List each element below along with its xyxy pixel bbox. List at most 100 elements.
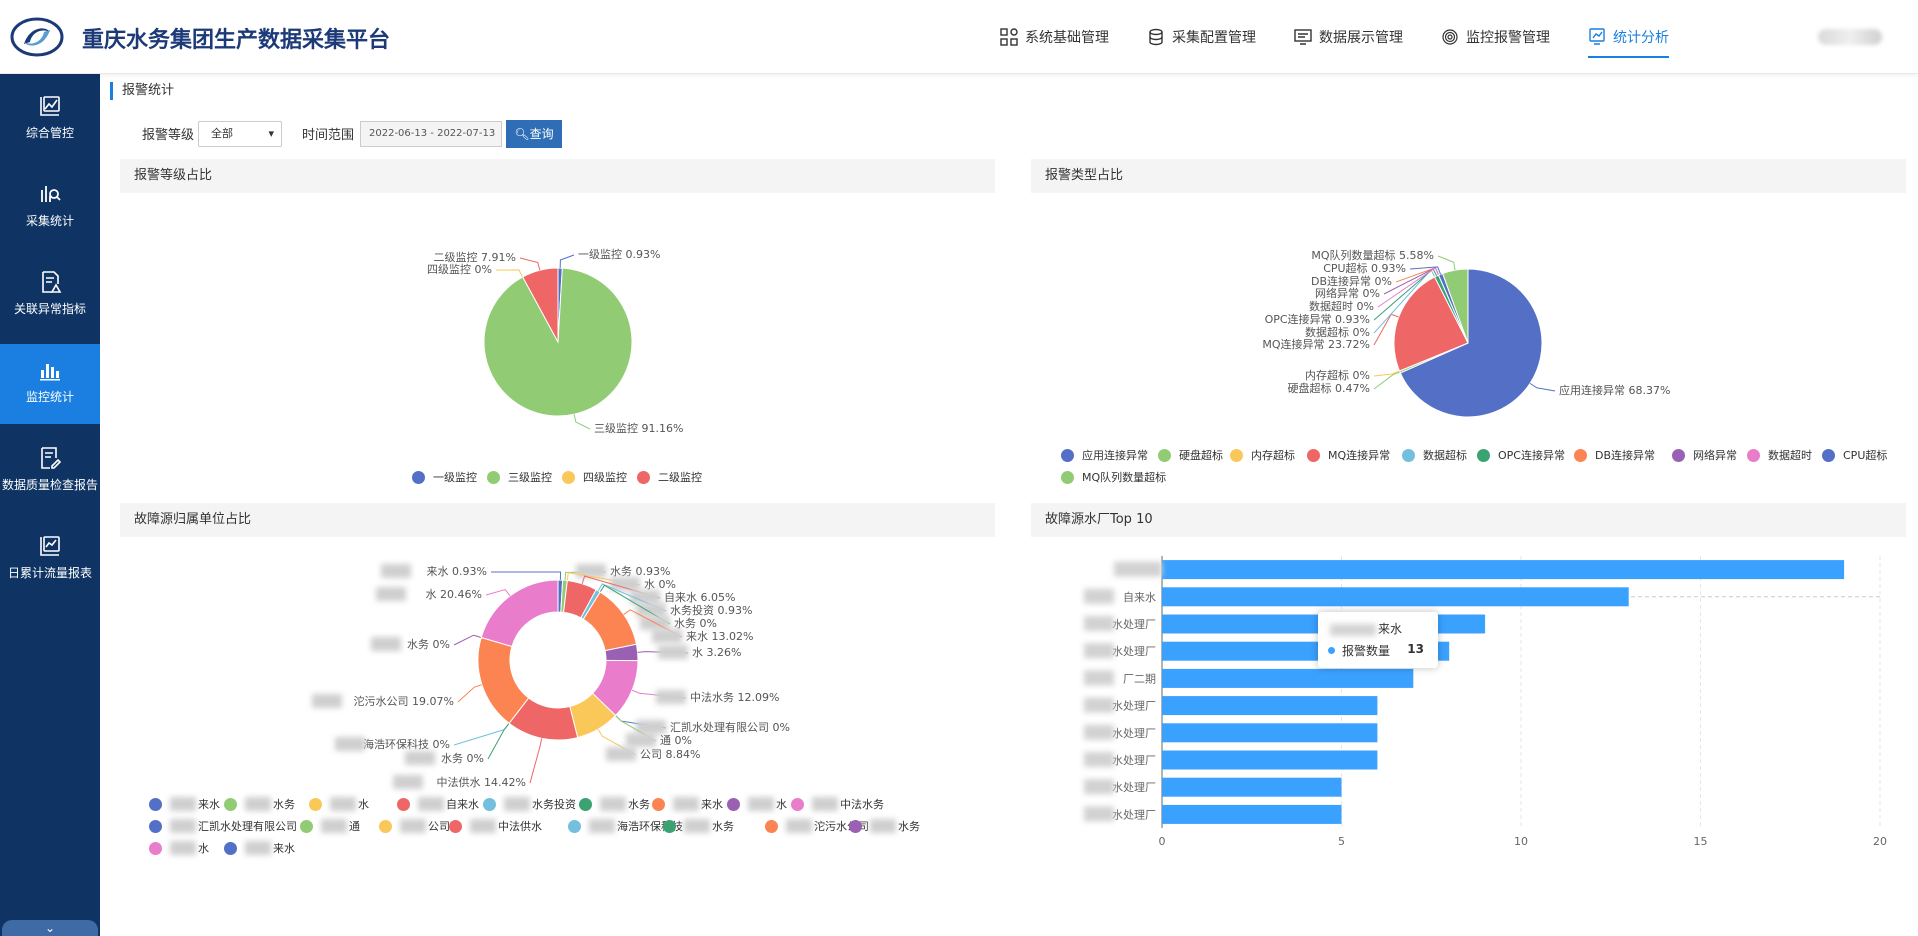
sidebar-item-quality-report[interactable]: 数据质量检查报告: [0, 432, 100, 512]
legend-item[interactable]: 来水: [149, 796, 220, 812]
redacted-text: [656, 690, 686, 704]
legend-item[interactable]: DB连接异常: [1574, 447, 1655, 463]
legend-item[interactable]: 数据超时: [1747, 447, 1812, 463]
panel-title-unit: 故障源归属单位占比: [120, 503, 995, 537]
legend-item[interactable]: 二级监控: [637, 469, 702, 485]
legend-item[interactable]: 水: [149, 840, 209, 856]
slice-label: 三级监控 91.16%: [594, 421, 683, 435]
legend-item[interactable]: 水: [727, 796, 787, 812]
slice-label: 水 3.26%: [692, 646, 741, 659]
sidebar-collapse-button[interactable]: ⌄: [2, 920, 98, 936]
legend-label: 水: [358, 798, 369, 811]
nav-system-base[interactable]: 系统基础管理: [1000, 0, 1109, 74]
y-tick-label: 水处理厂: [1112, 781, 1156, 794]
legend-item[interactable]: MQ连接异常: [1307, 447, 1390, 463]
legend-item[interactable]: 数据超标: [1402, 447, 1467, 463]
legend-item[interactable]: 水务投资: [483, 796, 576, 812]
slice-label: 二级监控 7.91%: [434, 250, 516, 264]
top-header: 重庆水务集团生产数据采集平台 系统基础管理 采集配置管理 数据展示管理 监控报警…: [0, 0, 1918, 74]
legend-label: MQ队列数量超标: [1082, 471, 1167, 484]
legend-item[interactable]: CPU超标: [1822, 447, 1887, 463]
legend-item[interactable]: 四级监控: [562, 469, 627, 485]
sidebar-item-collect-stats[interactable]: 采集统计: [0, 168, 100, 248]
redacted-text: [786, 819, 812, 833]
redacted-text: [636, 603, 666, 617]
legend-item[interactable]: 三级监控: [487, 469, 552, 485]
legend-item[interactable]: 应用连接异常: [1061, 447, 1148, 463]
legend-item[interactable]: 公司: [379, 818, 450, 834]
legend-label: MQ连接异常: [1328, 449, 1391, 462]
legend-dot-icon: [1307, 448, 1320, 462]
breadcrumb: 报警统计: [110, 82, 174, 100]
legend-dot-icon: [149, 841, 162, 855]
app-title: 重庆水务集团生产数据采集平台: [82, 28, 391, 53]
legend-item[interactable]: OPC连接异常: [1477, 447, 1565, 463]
legend-item[interactable]: 中法水务: [791, 796, 884, 812]
bar: [1162, 587, 1629, 607]
legend-item[interactable]: 硬盘超标: [1158, 447, 1223, 463]
legend-dot-icon: [1158, 448, 1171, 462]
nav-label: 采集配置管理: [1172, 30, 1256, 46]
legend-label: 网络异常: [1693, 449, 1737, 462]
x-tick-label: 5: [1338, 835, 1345, 848]
sidebar-item-flow-report[interactable]: 日累计流量报表: [0, 520, 100, 600]
legend-item[interactable]: 通: [300, 818, 360, 834]
legend-label: 数据超时: [1768, 449, 1812, 462]
slice-label: 公司 8.84%: [640, 748, 700, 761]
legend-item[interactable]: 水务: [849, 818, 920, 834]
nav-alarm-monitor[interactable]: 监控报警管理: [1441, 0, 1550, 74]
legend-item[interactable]: 水务: [224, 796, 295, 812]
legend-label: 水务: [898, 820, 920, 833]
sidebar-item-monitor-stats[interactable]: 监控统计: [0, 344, 100, 424]
legend-item[interactable]: 来水: [652, 796, 723, 812]
legend-dot-icon: [1061, 470, 1074, 484]
sidebar-item-overview[interactable]: 综合管控: [0, 80, 100, 160]
slice-label: 应用连接异常 68.37%: [1559, 383, 1670, 397]
sidebar-item-label: 日累计流量报表: [7, 566, 92, 580]
legend-label: 四级监控: [583, 471, 627, 484]
alarm-level-select[interactable]: 全部 ▾: [198, 121, 282, 147]
legend-label: 内存超标: [1251, 449, 1295, 462]
nav-statistics[interactable]: 统计分析: [1588, 0, 1669, 74]
legend-item[interactable]: 水务: [663, 818, 734, 834]
redacted-text: [673, 797, 699, 811]
slice-label: 数据超标 0%: [1305, 325, 1370, 339]
label-line: [519, 257, 541, 271]
pie-slice: [1399, 268, 1543, 418]
sidebar-item-abnormal-index[interactable]: 关联异常指标: [0, 256, 100, 336]
legend-label: OPC连接异常: [1498, 449, 1565, 462]
sidebar-item-label: 采集统计: [25, 214, 74, 228]
legend-dot-icon: [791, 797, 804, 811]
user-menu[interactable]: [1818, 29, 1882, 45]
legend-label: 水务投资: [532, 798, 576, 811]
legend-label: 水务: [628, 798, 650, 811]
legend-dot-icon: [224, 797, 237, 811]
nav-collect-config[interactable]: 采集配置管理: [1147, 0, 1256, 74]
tooltip-series: 报警数量: [1342, 644, 1391, 658]
logo-icon: [10, 17, 64, 57]
slice-label: 水务 0%: [441, 752, 484, 765]
redacted-text: [640, 616, 670, 630]
legend-item[interactable]: 中法供水: [449, 818, 542, 834]
legend-item[interactable]: 一级监控: [412, 469, 477, 485]
label-line: [573, 414, 591, 430]
sidebar-item-label: 综合管控: [25, 126, 74, 140]
legend-item[interactable]: 汇凯水处理有限公司: [149, 818, 297, 834]
legend-item[interactable]: 网络异常: [1672, 447, 1737, 463]
redacted-text: [1114, 561, 1162, 577]
time-range-input[interactable]: 2022-06-13 - 2022-07-13: [360, 121, 502, 147]
legend-item[interactable]: MQ队列数量超标: [1061, 469, 1166, 485]
legend-item[interactable]: 水: [309, 796, 369, 812]
legend-label: 三级监控: [508, 471, 552, 484]
nav-data-display[interactable]: 数据展示管理: [1294, 0, 1403, 74]
legend-label: 来水: [198, 798, 220, 811]
legend-item[interactable]: 自来水: [397, 796, 479, 812]
legend-item[interactable]: 来水: [224, 840, 295, 856]
query-button[interactable]: 🔍︎查询: [506, 120, 562, 148]
redacted-text: [470, 819, 496, 833]
legend-item[interactable]: 水务: [579, 796, 650, 812]
label-line: [1377, 267, 1440, 308]
legend-item[interactable]: 内存超标: [1230, 447, 1295, 463]
slice-label: MQ队列数量超标 5.58%: [1311, 248, 1434, 262]
slice-label: 水 0%: [644, 578, 676, 591]
